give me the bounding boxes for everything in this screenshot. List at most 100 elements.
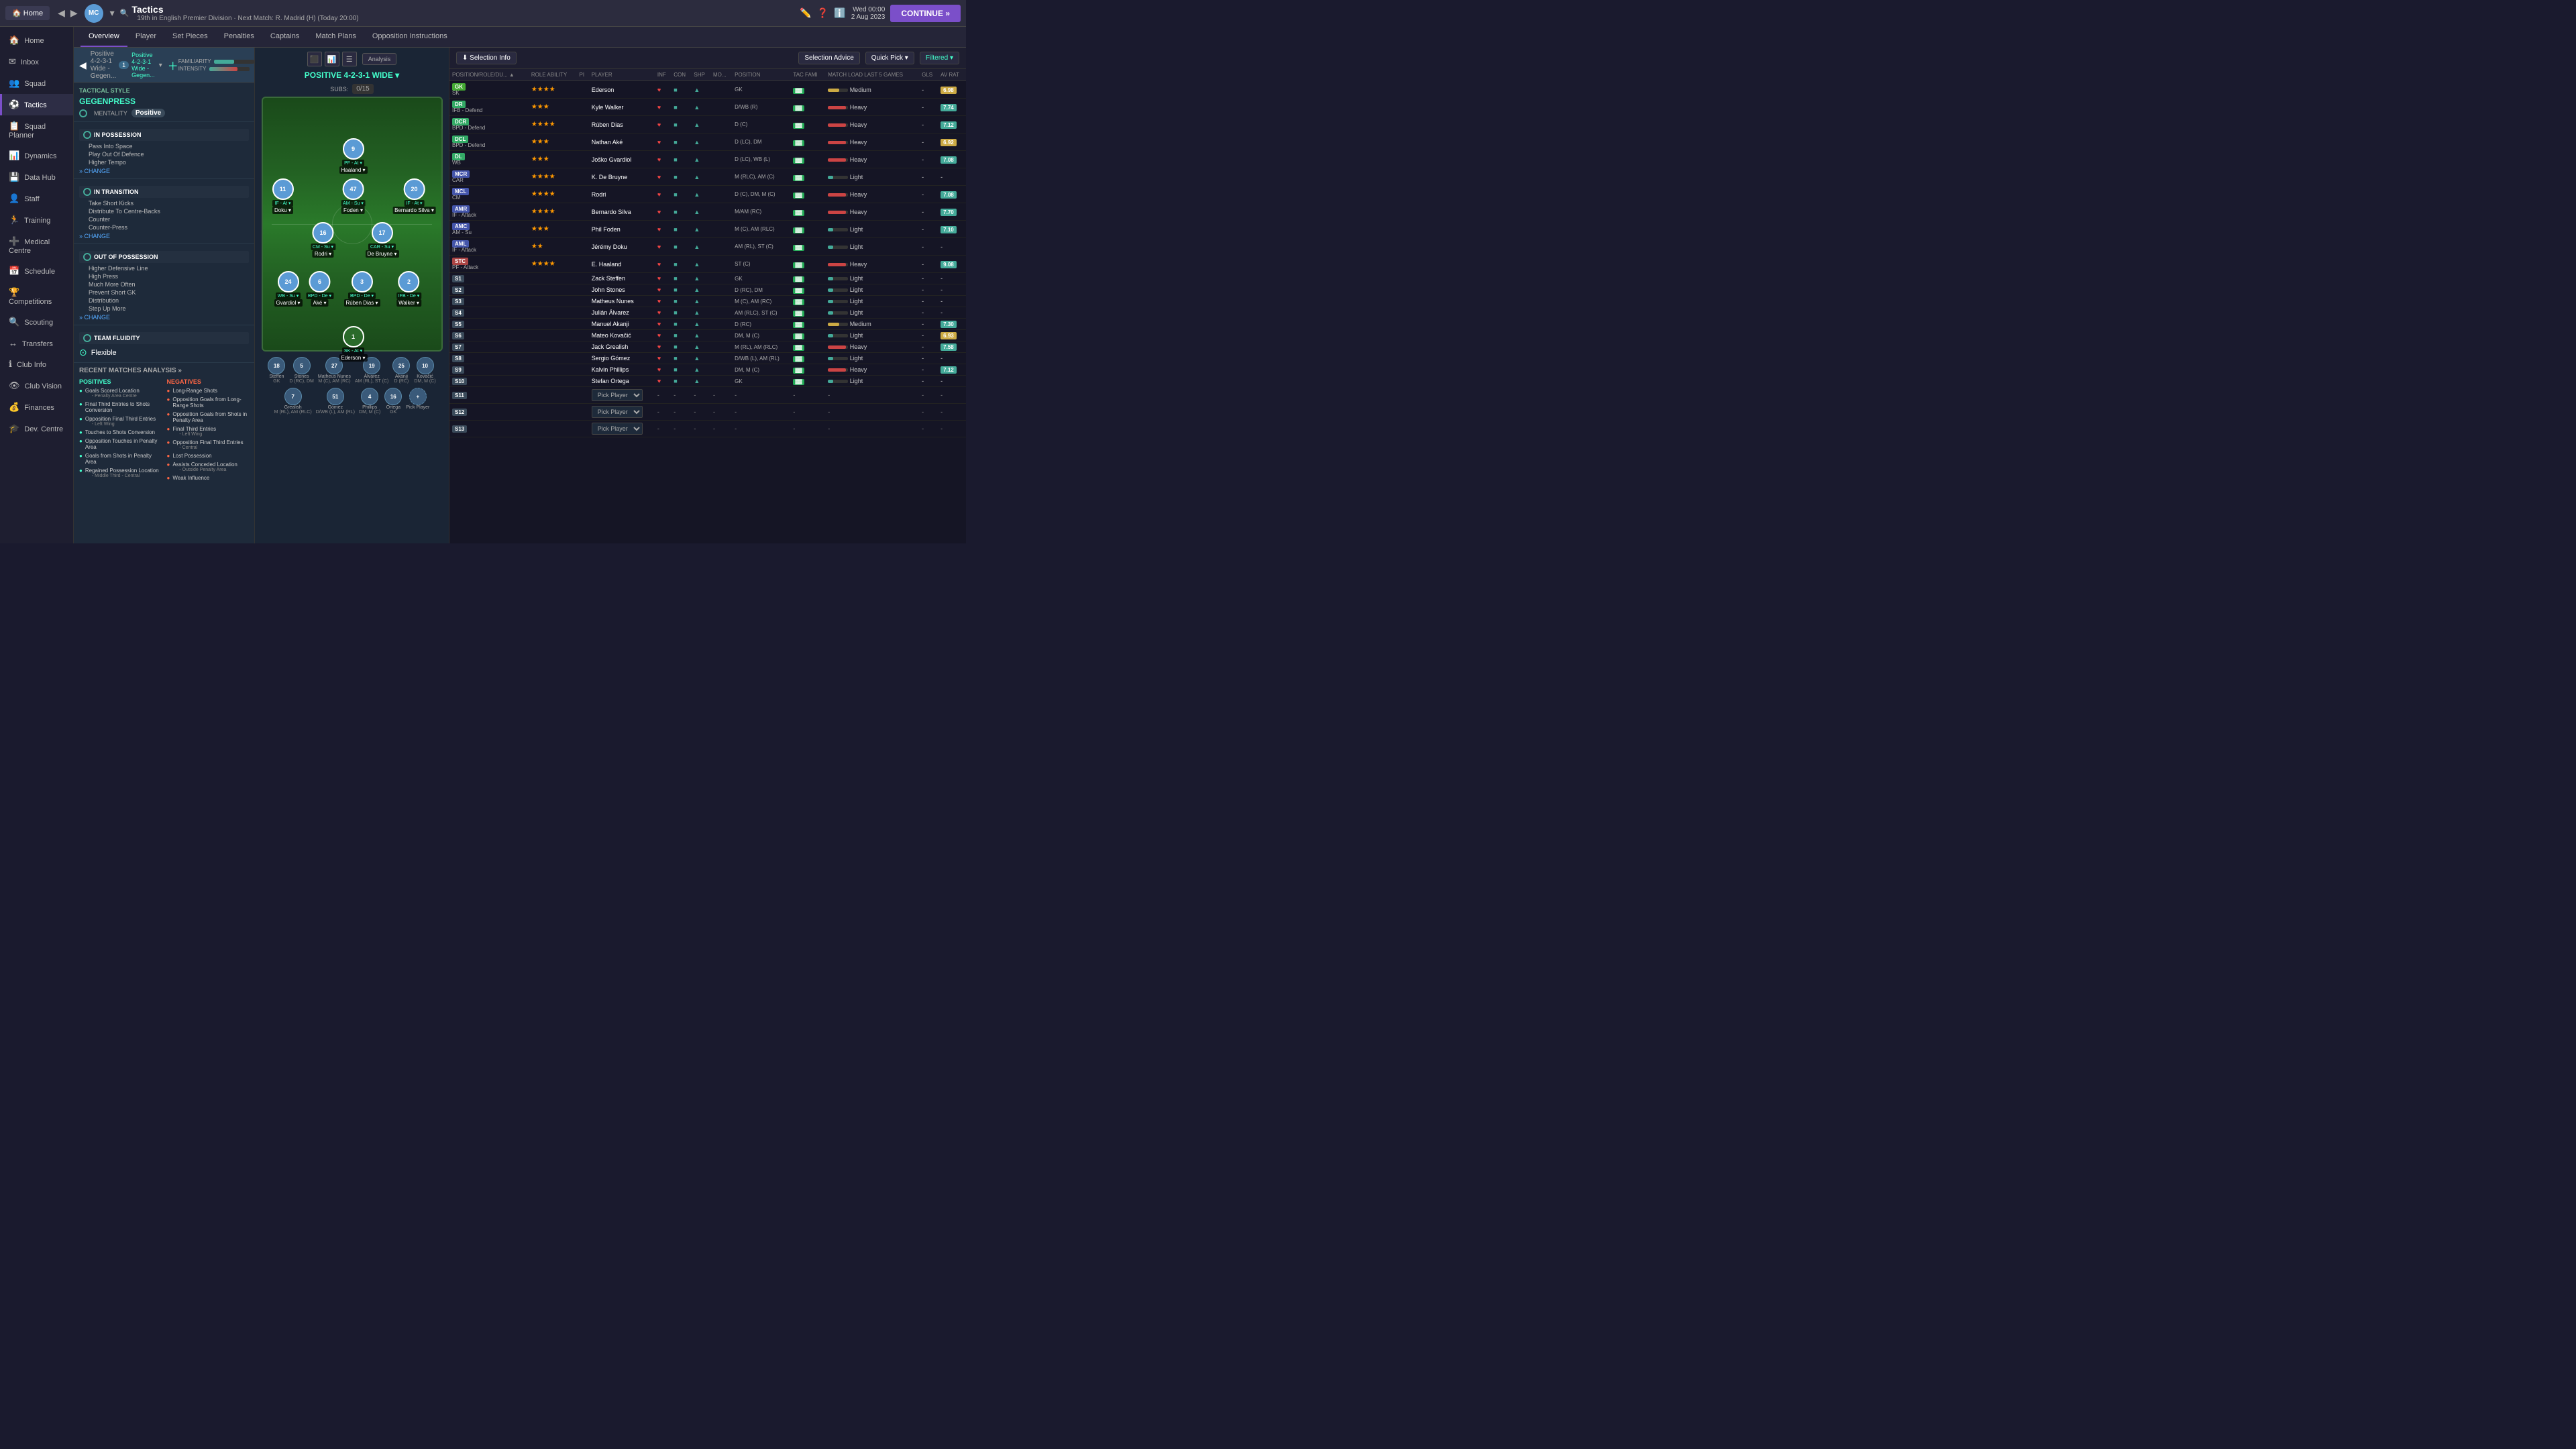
sidebar-item-squad[interactable]: 👥 Squad [0,72,73,94]
sidebar-item-inbox[interactable]: ✉ Inbox [0,51,73,72]
sidebar-item-home[interactable]: 🏠 Home [0,30,73,51]
player-chip-dl[interactable]: 24 WB - Su ▾ Gvardiol ▾ [274,271,302,307]
sidebar-item-dev-centre[interactable]: 🎓 Dev. Centre [0,418,73,439]
col-mo[interactable]: MO... [710,69,732,81]
col-gls[interactable]: GLS [919,69,938,81]
edit-icon-button[interactable]: ✏️ [800,7,811,19]
pick-player-select-21[interactable]: Pick Player [592,389,643,401]
sidebar-item-competitions[interactable]: 🏆 Competitions [0,282,73,311]
sub-chip-grealish[interactable]: 7 Grealish M (RL), AM (RLC) [274,388,312,415]
cell-player-9[interactable]: Jérémy Doku [589,238,655,256]
cell-player-14[interactable]: Julián Álvarez [589,307,655,319]
recent-matches-title[interactable]: RECENT MATCHES ANALYSIS » [79,367,249,374]
cell-player-22[interactable]: Pick Player [589,404,655,421]
col-inf[interactable]: INF [655,69,671,81]
player-chip-mcr[interactable]: 17 CAR - Su ▾ De Bruyne ▾ [365,222,398,258]
sidebar-item-squad-planner[interactable]: 📋 Squad Planner [0,115,73,145]
selection-info-button[interactable]: ⬇ Selection Info [456,52,517,64]
subnav-opposition[interactable]: Opposition Instructions [364,27,455,47]
col-av-rat[interactable]: AV RAT [938,69,966,81]
list-view-button[interactable]: ☰ [342,52,357,66]
sidebar-item-club-vision[interactable]: 👁 Club Vision [0,375,73,396]
bar-view-button[interactable]: 📊 [325,52,339,66]
sidebar-item-training[interactable]: 🏃 Training [0,209,73,231]
cell-player-16[interactable]: Mateo Kovačić [589,330,655,341]
analysis-button[interactable]: Analysis [362,53,397,65]
sidebar-item-data-hub[interactable]: 💾 Data Hub [0,166,73,188]
sidebar-item-transfers[interactable]: ↔ Transfers [0,333,73,354]
sidebar-item-dynamics[interactable]: 📊 Dynamics [0,145,73,166]
cell-player-3[interactable]: Nathan Aké [589,133,655,151]
player-chip-amr[interactable]: 20 IF - At ▾ Bernardo Silva ▾ [392,178,436,214]
cell-player-1[interactable]: Kyle Walker [589,99,655,116]
col-tac-fami[interactable]: TAC FAMI [790,69,825,81]
subnav-penalties[interactable]: Penalties [216,27,262,47]
pick-player-select-23[interactable]: Pick Player [592,423,643,435]
sidebar-item-staff[interactable]: 👤 Staff [0,188,73,209]
subnav-match-plans[interactable]: Match Plans [307,27,364,47]
cell-player-5[interactable]: K. De Bruyne [589,168,655,186]
cell-player-6[interactable]: Rodri [589,186,655,203]
cell-player-23[interactable]: Pick Player [589,421,655,437]
cell-player-7[interactable]: Bernardo Silva [589,203,655,221]
col-position-detail[interactable]: POSITION [732,69,790,81]
sidebar-item-finances[interactable]: 💰 Finances [0,396,73,418]
sub-chip-gomez[interactable]: 51 Gómez D/WB (L), AM (RL) [316,388,355,415]
col-role-ability[interactable]: ROLE ABILITY [529,69,577,81]
tactic-dropdown-button[interactable]: ▾ [156,62,165,69]
player-chip-gk[interactable]: 1 SK - At ▾ Ederson ▾ [339,326,367,362]
cell-player-12[interactable]: John Stones [589,284,655,296]
sub-chip-phillips[interactable]: 4 Phillips DM, M (C) [359,388,380,415]
cell-player-11[interactable]: Zack Steffen [589,273,655,284]
col-player[interactable]: PLAYER [589,69,655,81]
collapse-panel-button[interactable]: ◀ [79,60,87,71]
sidebar-item-tactics[interactable]: ⚽ Tactics [0,94,73,115]
cell-player-17[interactable]: Jack Grealish [589,341,655,353]
nav-forward-button[interactable]: ▶ [68,7,80,19]
sidebar-item-schedule[interactable]: 📅 Schedule [0,260,73,282]
sub-chip-steffen[interactable]: 18 Steffen GK [268,357,285,384]
mentality-value[interactable]: Positive [131,109,165,117]
player-chip-aml[interactable]: 11 IF - At ▾ Doku ▾ [272,178,294,214]
help-icon-button[interactable]: ❓ [817,7,828,19]
add-tactic-button[interactable]: ＋ [168,57,178,73]
subnav-set-pieces[interactable]: Set Pieces [164,27,216,47]
continue-button[interactable]: CONTINUE » [890,5,961,22]
cell-player-0[interactable]: Ederson [589,81,655,99]
col-shp[interactable]: SHP [691,69,710,81]
col-position[interactable]: POSITION/ROLE/DU... ▲ [449,69,529,81]
col-pi[interactable]: PI [577,69,589,81]
selection-advice-button[interactable]: Selection Advice [798,52,859,64]
info-icon-button[interactable]: ℹ️ [834,7,845,19]
sub-chip-ortega[interactable]: 16 Ortega GK [384,388,402,415]
player-chip-st[interactable]: 9 PF - At ▾ Haaland ▾ [339,138,367,174]
pick-player-select-22[interactable]: Pick Player [592,406,643,418]
sub-chip-akanji[interactable]: 25 Akanji D (RC) [392,357,410,384]
style-name[interactable]: GEGENPRESS [79,97,249,106]
sub-chip-stones[interactable]: 5 Stones D (RC), DM [289,357,314,384]
player-chip-dcr[interactable]: 3 BPD - De ▾ Rúben Dias ▾ [343,271,380,307]
sidebar-item-scouting[interactable]: 🔍 Scouting [0,311,73,333]
cell-player-10[interactable]: E. Haaland [589,256,655,273]
col-con[interactable]: CON [671,69,691,81]
cell-player-4[interactable]: Joško Gvardiol [589,151,655,168]
player-chip-dcl[interactable]: 6 BPD - De ▾ Aké ▾ [306,271,333,307]
player-chip-dr[interactable]: 2 IFB - De ▾ Walker ▾ [396,271,422,307]
home-button[interactable]: 🏠 Home [5,6,50,20]
in-possession-change-button[interactable]: » CHANGE [79,168,249,174]
sidebar-item-medical[interactable]: ➕ Medical Centre [0,231,73,260]
subnav-captains[interactable]: Captains [262,27,307,47]
sidebar-item-club-info[interactable]: ℹ Club Info [0,354,73,375]
cell-player-2[interactable]: Rúben Dias [589,116,655,133]
cell-player-21[interactable]: Pick Player [589,387,655,404]
cell-player-13[interactable]: Matheus Nunes [589,296,655,307]
club-dropdown-button[interactable]: ▾ [107,7,117,19]
filtered-button[interactable]: Filtered ▾ [920,52,959,64]
cell-player-20[interactable]: Stefan Ortega [589,376,655,387]
col-match-load[interactable]: MATCH LOAD LAST 5 GAMES [825,69,919,81]
sub-chip-kovacic[interactable]: 10 Kovačić DM, M (C) [414,357,435,384]
cell-player-18[interactable]: Sergio Gómez [589,353,655,364]
pitch-view-button[interactable]: ⬛ [307,52,322,66]
cell-player-15[interactable]: Manuel Akanji [589,319,655,330]
cell-player-19[interactable]: Kalvin Phillips [589,364,655,376]
